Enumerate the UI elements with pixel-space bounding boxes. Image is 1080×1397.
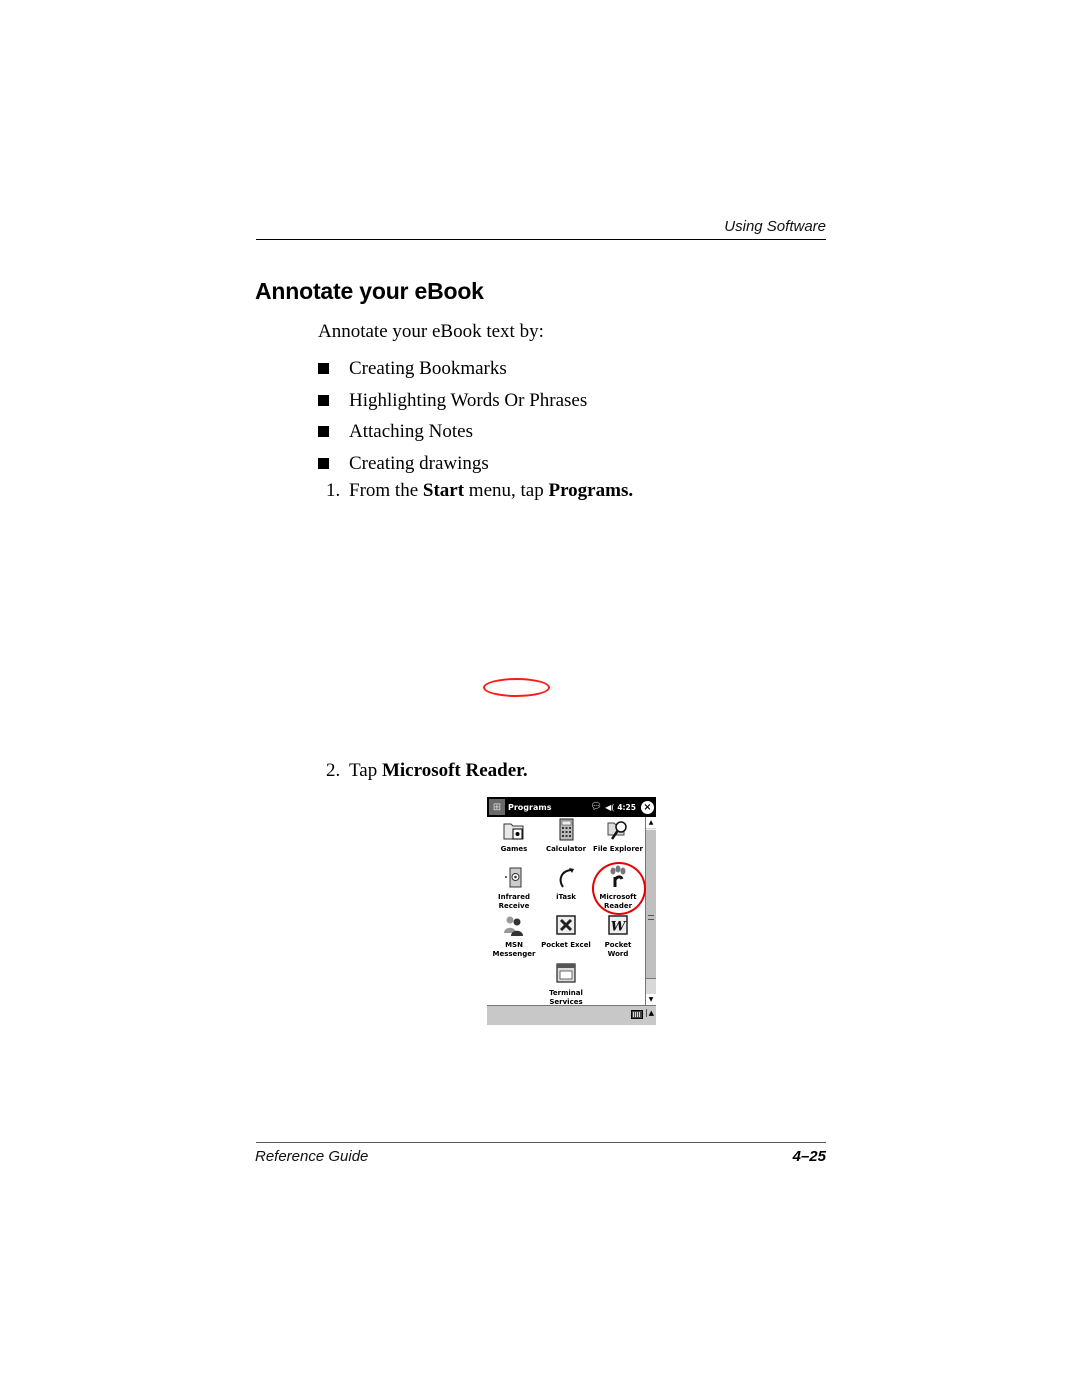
intro-text: Annotate your eBook text by:	[318, 321, 544, 342]
clock[interactable]: 4:25	[617, 803, 636, 812]
scroll-thumb[interactable]	[646, 829, 656, 979]
terminal-services-icon	[556, 963, 576, 983]
itask-icon	[559, 868, 574, 888]
speaker-icon[interactable]: ◀︎(	[605, 803, 614, 812]
window-title: Programs	[508, 802, 552, 812]
scroll-up-arrow-icon[interactable]: ▲	[646, 817, 656, 828]
keyboard-icon[interactable]	[631, 1010, 643, 1019]
annotation-list: Creating Bookmarks Highlighting Words Or…	[318, 353, 587, 480]
excel-icon	[556, 915, 576, 935]
windows-start-icon[interactable]: ⊞	[489, 799, 505, 815]
program-pocket-word[interactable]: W Pocket Word	[591, 913, 645, 959]
scroll-down-arrow-icon[interactable]: ▼	[646, 994, 656, 1005]
grip-icon	[648, 915, 654, 920]
list-item: Creating drawings	[318, 448, 587, 480]
title-bar: ⊞ Programs 💬︎ ◀︎( 4:25 ×	[487, 797, 656, 817]
list-item: Highlighting Words Or Phrases	[318, 385, 587, 417]
reader-highlight-circle	[592, 862, 646, 915]
footer-rule	[256, 1142, 826, 1143]
program-terminal-services[interactable]: Terminal Services	[539, 961, 593, 1007]
sip-arrow-up-icon[interactable]: ▲	[645, 1009, 654, 1017]
vertical-scrollbar[interactable]: ▲ ▼	[645, 817, 656, 1005]
list-item: Attaching Notes	[318, 416, 587, 448]
calculator-icon	[559, 818, 574, 841]
step-2: 2. Tap Microsoft Reader.	[326, 760, 528, 781]
infrared-icon	[505, 867, 522, 888]
word-icon: W	[608, 915, 628, 935]
program-msn-messenger[interactable]: MSN Messenger	[487, 913, 541, 959]
program-file-explorer[interactable]: File Explorer	[591, 817, 645, 854]
program-infrared-receive[interactable]: Infrared Receive	[487, 865, 541, 911]
program-itask[interactable]: iTask	[539, 865, 593, 902]
list-item: Creating Bookmarks	[318, 353, 587, 385]
square-bullet-icon	[318, 362, 329, 374]
svg-text:W: W	[611, 920, 627, 935]
square-bullet-icon	[318, 394, 329, 406]
messenger-icon	[504, 916, 523, 936]
header-rule	[256, 239, 826, 240]
square-bullet-icon	[318, 457, 329, 469]
step-1: 1. From the Start menu, tap Programs.	[326, 480, 634, 501]
page-number: 4–25	[792, 1148, 826, 1165]
menu-bar: ▲	[487, 1005, 656, 1025]
program-pocket-excel[interactable]: Pocket Excel	[539, 913, 593, 950]
section-title: Annotate your eBook	[255, 278, 484, 304]
close-icon[interactable]: ×	[641, 800, 654, 814]
square-bullet-icon	[318, 426, 329, 438]
program-calculator[interactable]: Calculator	[539, 817, 593, 854]
connectivity-icon[interactable]: 💬︎	[591, 802, 602, 812]
footer-title: Reference Guide	[255, 1148, 369, 1165]
games-folder-icon	[503, 823, 524, 840]
document-page: Using Software Annotate your eBook Annot…	[0, 0, 1080, 1397]
file-explorer-icon	[607, 821, 627, 840]
running-head: Using Software	[724, 218, 826, 235]
start-menu-highlight-ellipse	[483, 678, 550, 697]
program-games[interactable]: Games	[487, 817, 541, 854]
